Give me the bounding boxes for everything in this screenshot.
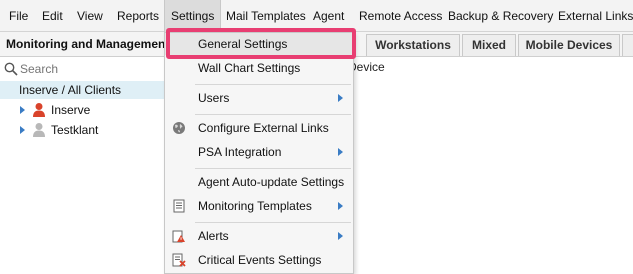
panel-title: Monitoring and Management — [6, 37, 164, 51]
tree-item-label: Testklant — [51, 123, 99, 137]
menu-reports[interactable]: Reports — [117, 0, 159, 32]
expand-caret-icon[interactable] — [20, 126, 25, 134]
menu-backup-recovery[interactable]: Backup & Recovery — [448, 0, 553, 32]
tab-workstations[interactable]: Workstations — [366, 34, 460, 56]
tab-mobile-devices[interactable]: Mobile Devices — [518, 34, 620, 56]
menu-item-configure-external-links[interactable]: Configure External Links — [165, 117, 353, 139]
menu-remote-access[interactable]: Remote Access — [359, 0, 442, 32]
menu-edit[interactable]: Edit — [42, 0, 63, 32]
submenu-arrow-icon — [338, 202, 343, 210]
menu-separator — [195, 84, 351, 85]
menu-item-wall-chart-settings[interactable]: Wall Chart Settings — [165, 57, 353, 79]
globe-icon — [173, 122, 185, 134]
tree-item-testklant[interactable]: Testklant — [0, 120, 170, 140]
search-icon — [4, 62, 18, 76]
menu-item-agent-auto-update-settings[interactable]: Agent Auto-update Settings — [165, 171, 353, 193]
alert-icon — [172, 230, 185, 243]
template-icon — [173, 199, 185, 213]
menu-item-psa-integration[interactable]: PSA Integration — [165, 141, 353, 163]
tab-more[interactable] — [622, 34, 633, 56]
search-input[interactable] — [20, 60, 160, 78]
person-icon — [33, 103, 45, 117]
person-icon — [33, 123, 45, 137]
search-row — [0, 58, 165, 80]
settings-menu: General Settings Wall Chart Settings Use… — [164, 32, 354, 274]
menu-item-critical-events-settings[interactable]: Critical Events Settings — [165, 249, 353, 271]
critical-events-icon — [172, 253, 186, 267]
submenu-arrow-icon — [338, 232, 343, 240]
menu-view[interactable]: View — [77, 0, 103, 32]
expand-caret-icon[interactable] — [20, 106, 25, 114]
submenu-arrow-icon — [338, 94, 343, 102]
menu-item-monitoring-templates[interactable]: Monitoring Templates — [165, 195, 353, 217]
tree-item-inserve[interactable]: Inserve — [0, 100, 170, 120]
menu-item-users[interactable]: Users — [165, 87, 353, 109]
highlight-box — [166, 28, 356, 59]
submenu-arrow-icon — [338, 148, 343, 156]
menu-separator — [195, 114, 351, 115]
tab-mixed[interactable]: Mixed — [462, 34, 516, 56]
menu-file[interactable]: File — [9, 0, 28, 32]
tree-root[interactable]: Inserve / All Clients — [0, 81, 170, 99]
menu-separator — [195, 222, 351, 223]
menu-external-links[interactable]: External Links — [558, 0, 633, 32]
menu-separator — [195, 168, 351, 169]
tree-item-label: Inserve — [51, 103, 91, 117]
menu-item-alerts[interactable]: Alerts — [165, 225, 353, 247]
